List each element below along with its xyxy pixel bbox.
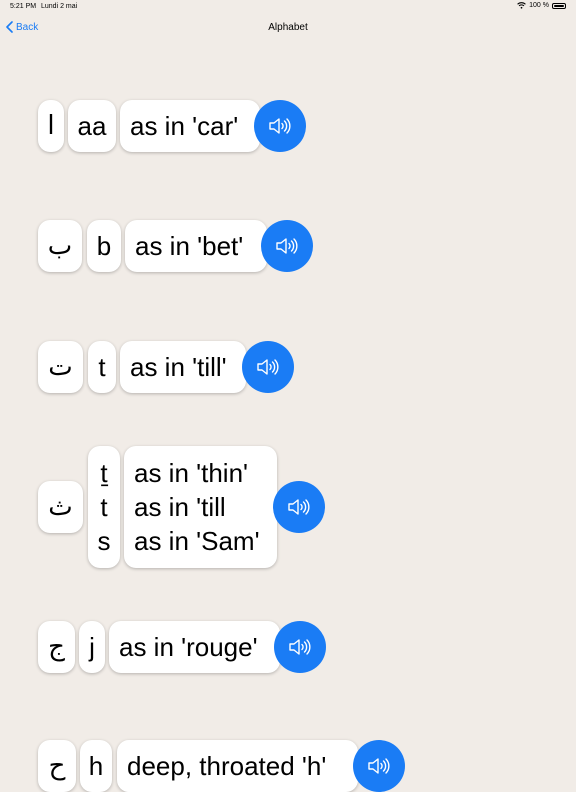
transliteration-list: ṯ t s bbox=[88, 446, 120, 568]
transliteration: j bbox=[79, 621, 105, 673]
speaker-icon bbox=[288, 499, 310, 515]
status-right: 100 % bbox=[517, 2, 566, 9]
battery-percent: 100 % bbox=[529, 2, 549, 9]
page-title: Alphabet bbox=[268, 22, 308, 33]
transliteration: aa bbox=[68, 100, 116, 152]
nav-bar: Back Alphabet bbox=[0, 14, 576, 42]
play-sound-button[interactable] bbox=[242, 341, 294, 393]
arabic-letter: ت bbox=[38, 341, 83, 393]
pronunciation-hint: deep, throated 'h' bbox=[117, 740, 358, 792]
status-time: 5:21 PM bbox=[10, 3, 37, 10]
pronunciation-hint: as in 'car' bbox=[120, 100, 260, 152]
transliteration: h bbox=[80, 740, 112, 792]
transliteration: s bbox=[97, 526, 111, 556]
speaker-icon bbox=[276, 238, 298, 254]
letter-row-jim: ج j as in 'rouge' bbox=[38, 621, 328, 673]
letter-row-ba: ب b as in 'bet' bbox=[38, 220, 318, 272]
speaker-icon bbox=[257, 359, 279, 375]
play-sound-button[interactable] bbox=[353, 740, 405, 792]
play-sound-button[interactable] bbox=[273, 481, 325, 533]
transliteration: t bbox=[88, 341, 116, 393]
arabic-letter: ج bbox=[38, 621, 75, 673]
battery-icon bbox=[552, 2, 566, 9]
play-sound-button[interactable] bbox=[254, 100, 306, 152]
transliteration: t bbox=[100, 492, 108, 522]
pronunciation-hint: as in 'rouge' bbox=[109, 621, 280, 673]
arabic-letter: ث bbox=[38, 481, 83, 533]
status-bar: 5:21 PM Lundi 2 mai 100 % bbox=[0, 0, 576, 14]
play-sound-button[interactable] bbox=[261, 220, 313, 272]
play-sound-button[interactable] bbox=[274, 621, 326, 673]
speaker-icon bbox=[289, 639, 311, 655]
pronunciation-hint: as in 'Sam' bbox=[134, 526, 260, 556]
wifi-icon bbox=[517, 2, 526, 9]
arabic-letter: ا bbox=[38, 100, 64, 152]
pronunciation-hint: as in 'bet' bbox=[125, 220, 267, 272]
pronunciation-hint: as in 'thin' bbox=[134, 458, 248, 488]
pronunciation-hint-list: as in 'thin' as in 'till as in 'Sam' bbox=[124, 446, 277, 568]
speaker-icon bbox=[368, 758, 390, 774]
letter-row-tha: ث ṯ t s as in 'thin' as in 'till as in '… bbox=[38, 446, 328, 568]
letter-row-ta: ت t as in 'till' bbox=[38, 341, 298, 393]
arabic-letter: ب bbox=[38, 220, 82, 272]
letter-row-alif: ا aa as in 'car' bbox=[38, 100, 308, 152]
arabic-letter: ح bbox=[38, 740, 76, 792]
speaker-icon bbox=[269, 118, 291, 134]
pronunciation-hint: as in 'till bbox=[134, 492, 226, 522]
pronunciation-hint: as in 'till' bbox=[120, 341, 246, 393]
transliteration: b bbox=[87, 220, 121, 272]
status-date: Lundi 2 mai bbox=[41, 3, 78, 10]
letter-row-ha: ح h deep, throated 'h' bbox=[38, 740, 408, 792]
transliteration: ṯ bbox=[100, 458, 108, 488]
